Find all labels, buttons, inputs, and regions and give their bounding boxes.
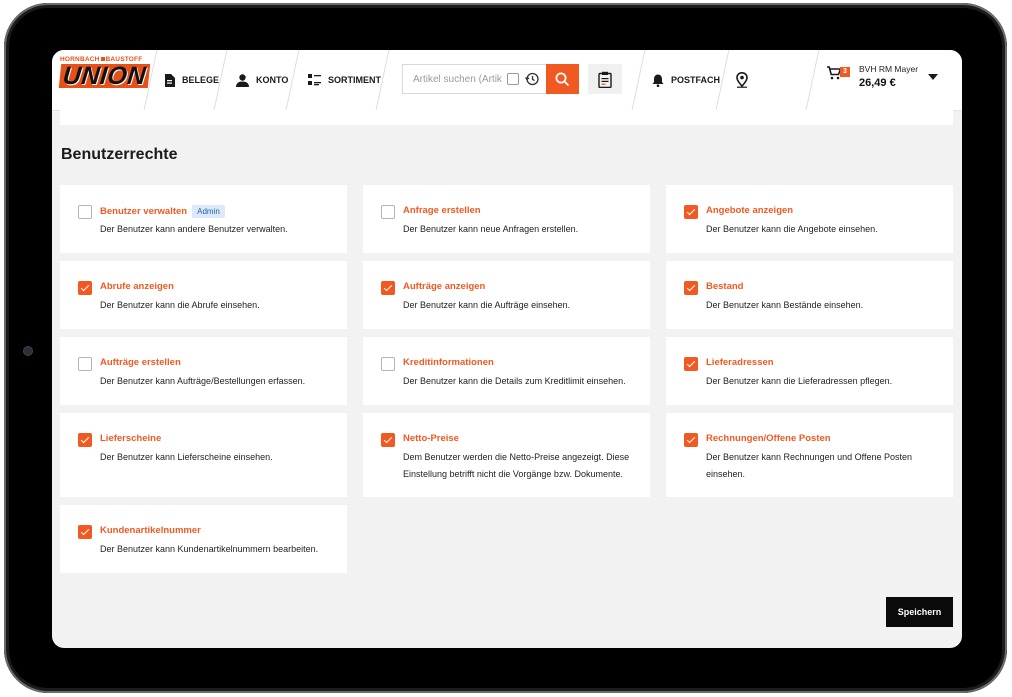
search-option-checkbox[interactable] xyxy=(507,73,519,85)
permission-description: Der Benutzer kann neue Anfragen erstelle… xyxy=(403,224,579,234)
permission-card-netto-preise[interactable]: Netto-Preise Dem Benutzer werden die Net… xyxy=(363,413,650,497)
clipboard-list-icon xyxy=(598,71,612,88)
permission-description: Dem Benutzer werden die Netto-Preise ang… xyxy=(403,452,630,479)
user-icon xyxy=(236,73,249,87)
nav-postfach-label: POSTFACH xyxy=(671,75,721,85)
location-button[interactable] xyxy=(736,50,748,110)
search-input[interactable] xyxy=(403,65,513,93)
chevron-down-icon[interactable] xyxy=(928,74,938,80)
top-header: HORNBACH BAUSTOFF UNION BELEGE KONTO SORT… xyxy=(52,50,962,111)
cart-icon[interactable] xyxy=(827,66,841,80)
history-icon[interactable] xyxy=(524,71,540,87)
permission-description: Der Benutzer kann Bestände einsehen. xyxy=(706,300,864,310)
permission-checkbox[interactable] xyxy=(381,357,395,371)
cart-count-badge: 3 xyxy=(840,67,850,77)
cart-amount: 26,49 € xyxy=(859,77,896,89)
permission-title: Aufträge anzeigen xyxy=(403,281,486,292)
location-pin-icon xyxy=(736,72,748,88)
permission-title: Benutzer verwalten Admin xyxy=(100,205,225,218)
permission-description: Der Benutzer kann die Lieferadressen pfl… xyxy=(706,376,893,386)
permission-card-bestand[interactable]: Bestand Der Benutzer kann Bestände einse… xyxy=(666,261,953,329)
permission-description: Der Benutzer kann die Angebote einsehen. xyxy=(706,224,878,234)
permission-title: Angebote anzeigen xyxy=(706,205,794,216)
permission-description: Der Benutzer kann Aufträge/Bestellungen … xyxy=(100,376,306,386)
admin-badge: Admin xyxy=(192,205,225,218)
permission-title: Bestand xyxy=(706,281,744,292)
permission-title: Lieferadressen xyxy=(706,357,774,368)
permission-checkbox[interactable] xyxy=(684,433,698,447)
document-icon xyxy=(165,73,175,87)
permission-description: Der Benutzer kann Lieferscheine einsehen… xyxy=(100,452,273,462)
permission-card-angebote-anzeigen[interactable]: Angebote anzeigen Der Benutzer kann die … xyxy=(666,185,953,253)
permission-description: Der Benutzer kann Rechnungen und Offene … xyxy=(706,452,912,479)
nav-sortiment-label: SORTIMENT xyxy=(328,75,381,85)
permission-card-auftraege-anzeigen[interactable]: Aufträge anzeigen Der Benutzer kann die … xyxy=(363,261,650,329)
nav-belege[interactable]: BELEGE xyxy=(164,50,219,110)
permission-title: Lieferscheine xyxy=(100,433,162,444)
app-screen: HORNBACH BAUSTOFF UNION BELEGE KONTO SORT… xyxy=(52,50,962,648)
permission-title: Anfrage erstellen xyxy=(403,205,481,216)
permission-checkbox[interactable] xyxy=(78,433,92,447)
front-camera xyxy=(24,347,32,355)
permission-card-benutzer-verwalten[interactable]: Benutzer verwalten Admin Der Benutzer kan… xyxy=(60,185,347,253)
permission-checkbox[interactable] xyxy=(78,525,92,539)
permission-card-rechnungen-offene-posten[interactable]: Rechnungen/Offene Posten Der Benutzer ka… xyxy=(666,413,953,497)
permission-card-anfrage-erstellen[interactable]: Anfrage erstellen Der Benutzer kann neue… xyxy=(363,185,650,253)
union-logo[interactable]: HORNBACH BAUSTOFF UNION xyxy=(58,56,151,102)
permission-title: Rechnungen/Offene Posten xyxy=(706,433,831,444)
permission-title: Kundenartikelnummer xyxy=(100,525,201,536)
permission-title: Netto-Preise xyxy=(403,433,459,444)
permission-checkbox[interactable] xyxy=(78,205,92,219)
permission-description: Der Benutzer kann die Details zum Kredit… xyxy=(403,376,626,386)
account-summary[interactable]: BVH RM Mayer 26,49 € xyxy=(859,64,918,89)
permission-description: Der Benutzer kann die Abrufe einsehen. xyxy=(100,300,260,310)
header-divider xyxy=(805,50,820,110)
save-button[interactable]: Speichern xyxy=(886,597,953,627)
collapsed-panel-strip xyxy=(60,110,953,125)
permission-checkbox[interactable] xyxy=(381,281,395,295)
search-icon xyxy=(555,72,570,86)
permission-card-lieferadressen[interactable]: Lieferadressen Der Benutzer kann die Lie… xyxy=(666,337,953,405)
permission-card-kundenartikelnummer[interactable]: Kundenartikelnummer Der Benutzer kann Ku… xyxy=(60,505,347,573)
header-divider xyxy=(631,50,646,110)
permission-checkbox[interactable] xyxy=(78,281,92,295)
permission-card-auftraege-erstellen[interactable]: Aufträge erstellen Der Benutzer kann Auf… xyxy=(60,337,347,405)
permission-checkbox[interactable] xyxy=(381,205,395,219)
permission-checkbox[interactable] xyxy=(78,357,92,371)
grid-list-icon xyxy=(308,74,321,86)
permission-card-kreditinformationen[interactable]: Kreditinformationen Der Benutzer kann di… xyxy=(363,337,650,405)
permission-title: Kreditinformationen xyxy=(403,357,494,368)
permission-description: Der Benutzer kann die Aufträge einsehen. xyxy=(403,300,571,310)
clipboard-list-button[interactable] xyxy=(588,64,622,94)
page-title: Benutzerrechte xyxy=(61,146,178,163)
permission-checkbox[interactable] xyxy=(684,281,698,295)
nav-sortiment[interactable]: SORTIMENT xyxy=(308,50,381,110)
permission-card-abrufe-anzeigen[interactable]: Abrufe anzeigen Der Benutzer kann die Ab… xyxy=(60,261,347,329)
search-button[interactable] xyxy=(546,64,579,94)
permission-title-text: Benutzer verwalten xyxy=(100,206,188,218)
permission-description: Der Benutzer kann andere Benutzer verwal… xyxy=(100,224,288,234)
permission-checkbox[interactable] xyxy=(684,205,698,219)
permission-title: Aufträge erstellen xyxy=(100,357,181,368)
nav-belege-label: BELEGE xyxy=(182,75,220,85)
permission-description: Der Benutzer kann Kundenartikelnummern b… xyxy=(100,544,319,554)
permission-card-lieferscheine[interactable]: Lieferscheine Der Benutzer kann Liefersc… xyxy=(60,413,347,497)
permission-title: Abrufe anzeigen xyxy=(100,281,174,292)
permission-checkbox[interactable] xyxy=(381,433,395,447)
nav-postfach[interactable]: POSTFACH xyxy=(652,50,720,110)
nav-konto[interactable]: KONTO xyxy=(236,50,288,110)
nav-konto-label: KONTO xyxy=(256,75,289,85)
logo-union-text: UNION xyxy=(58,62,151,90)
account-name: BVH RM Mayer xyxy=(859,64,919,74)
permission-checkbox[interactable] xyxy=(684,357,698,371)
bell-icon xyxy=(652,74,664,87)
